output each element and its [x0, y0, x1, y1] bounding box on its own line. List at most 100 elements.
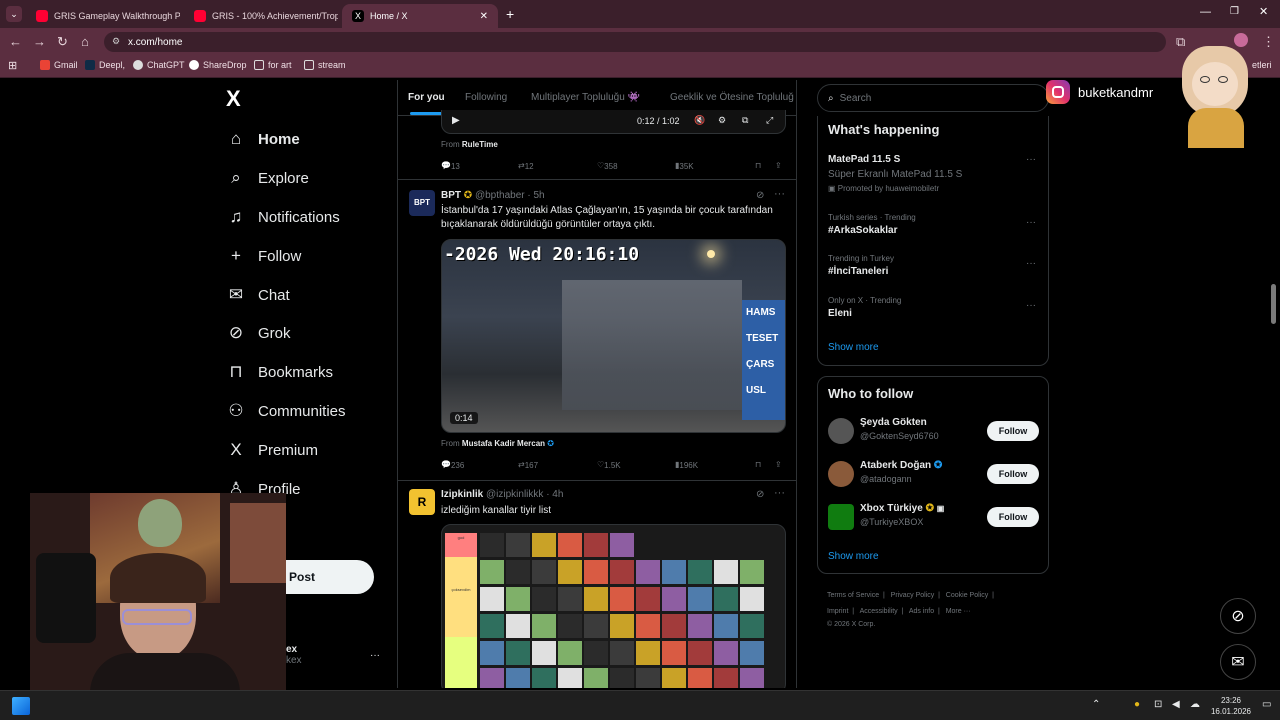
site-info-icon[interactable]: ⚙: [112, 36, 120, 47]
footer-link[interactable]: More ···: [946, 608, 971, 615]
new-tab-button[interactable]: +: [506, 6, 514, 22]
bookmark-sharedrop[interactable]: ShareDrop: [189, 60, 247, 70]
like-button[interactable]: ♡ 358: [597, 161, 618, 171]
follow-button[interactable]: Follow: [987, 507, 1039, 527]
bookmark-chatgpt[interactable]: ChatGPT: [133, 60, 185, 70]
avatar[interactable]: [828, 418, 854, 444]
trend-item[interactable]: Only on X · Trending Eleni ···: [828, 296, 1040, 319]
clock[interactable]: 23:26 16.01.2026: [1206, 695, 1256, 717]
pip-icon[interactable]: ⧉: [742, 115, 748, 126]
grok-float-button[interactable]: ⊘: [1220, 598, 1256, 634]
browser-tab[interactable]: GRIS - 100% Achievement/Trop ✕: [184, 4, 338, 28]
footer-link[interactable]: Privacy Policy: [891, 592, 935, 599]
apps-icon[interactable]: ⊞: [8, 59, 17, 72]
like-button[interactable]: ♡ 1.5K: [597, 460, 621, 470]
messages-float-button[interactable]: ✉: [1220, 644, 1256, 680]
browser-tab-active[interactable]: X Home / X ✕: [342, 4, 498, 28]
user-handle[interactable]: @izipkinlikkk: [486, 489, 543, 500]
windows-start-icon[interactable]: [12, 697, 30, 715]
xbox-avatar[interactable]: [828, 504, 854, 530]
notifications-tray-icon[interactable]: ▭: [1262, 699, 1271, 710]
tray-chevron-icon[interactable]: ⌃: [1092, 699, 1100, 710]
footer-link[interactable]: Terms of Service: [827, 592, 879, 599]
footer-link[interactable]: Imprint: [827, 608, 848, 615]
search-input[interactable]: ⌕ Search: [817, 84, 1049, 112]
tweet-time[interactable]: · 5h: [527, 190, 544, 201]
more-icon[interactable]: ···: [1026, 258, 1036, 269]
nav-item-grok[interactable]: ⊘ Grok: [226, 318, 291, 348]
share-icon[interactable]: ⇪: [775, 161, 782, 170]
nav-item-bookmarks[interactable]: ⊓ Bookmarks: [226, 357, 333, 387]
volume-icon[interactable]: ◀: [1172, 699, 1180, 710]
grok-icon[interactable]: ⊘: [756, 190, 764, 201]
reload-icon[interactable]: ↻: [57, 34, 68, 50]
minimize-window-icon[interactable]: —: [1200, 6, 1211, 18]
video-player[interactable]: ▶ 0:12 / 1:02 🔇 ⚙ ⧉ ⤢: [441, 110, 786, 134]
share-icon[interactable]: ⇪: [775, 460, 782, 469]
tweet[interactable]: ▶ 0:12 / 1:02 🔇 ⚙ ⧉ ⤢ From RuleTime 💬 13…: [398, 110, 796, 180]
back-icon[interactable]: ←: [9, 34, 22, 49]
tab-community[interactable]: Geeklik ve Ötesine Topluluğ: [670, 92, 794, 103]
nav-item-premium[interactable]: X Premium: [226, 435, 318, 465]
views-count[interactable]: ▮ 196K: [675, 460, 698, 470]
show-more-link[interactable]: Show more: [828, 342, 879, 353]
close-window-icon[interactable]: ✕: [1259, 5, 1268, 18]
home-browser-icon[interactable]: ⌂: [81, 34, 89, 49]
footer-link[interactable]: Cookie Policy: [946, 592, 988, 599]
close-tab-icon[interactable]: ✕: [472, 11, 488, 22]
avatar[interactable]: R: [409, 489, 435, 515]
nav-item-follow[interactable]: + Follow: [226, 241, 301, 271]
avatar[interactable]: BPT: [409, 190, 435, 216]
trend-item[interactable]: MatePad 11.5 S Süper Ekranlı MatePad 11.…: [828, 154, 1040, 193]
tweet[interactable]: BPT BPT ✪ @bpthaber · 5h ⊘ ··· İstanbul'…: [398, 181, 796, 481]
footer-link[interactable]: Ads info: [909, 608, 934, 615]
bookmark-icon[interactable]: ⊓: [755, 460, 761, 469]
user-name[interactable]: BPT: [441, 190, 461, 201]
user-name[interactable]: Izipkinlik: [441, 489, 483, 500]
bookmark-icon[interactable]: ⊓: [755, 161, 761, 170]
settings-icon[interactable]: ⚙: [718, 115, 726, 126]
tab-for-you[interactable]: For you: [408, 92, 445, 103]
follow-suggestion[interactable]: Xbox Türkiye ✪ ▣ @TurkiyeXBOX Follow: [828, 501, 1043, 535]
repost-button[interactable]: ⇄ 167: [518, 460, 538, 470]
more-icon[interactable]: ···: [370, 650, 380, 661]
avatar[interactable]: [828, 461, 854, 487]
follow-suggestion[interactable]: Şeyda Gökten @GoktenSeyd6760 Follow: [828, 415, 1043, 449]
microphone-icon[interactable]: ●: [1134, 699, 1140, 710]
tray-app-icon[interactable]: ☁: [1190, 699, 1200, 710]
more-icon[interactable]: ···: [1026, 217, 1036, 228]
account-switcher[interactable]: ex kex ···: [286, 644, 386, 674]
more-icon[interactable]: ···: [1026, 154, 1036, 165]
bookmark-deepl[interactable]: Deepl,: [85, 60, 125, 70]
bookmark-gmail[interactable]: Gmail: [40, 60, 78, 70]
forward-icon[interactable]: →: [33, 34, 46, 49]
bookmark-folder-for-art[interactable]: for art: [254, 60, 292, 70]
profile-avatar-icon[interactable]: [1234, 33, 1248, 47]
x-logo[interactable]: X: [226, 86, 241, 112]
video-thumbnail[interactable]: HAMS TESET ÇARS USL -2026 Wed 20:16:10 0:14: [441, 239, 786, 433]
tweet[interactable]: R Izipkinlik @izipkinlikkk · 4h ⊘ ··· iz…: [398, 482, 796, 688]
trend-item[interactable]: Trending in Turkey #İnciTaneleri ···: [828, 254, 1040, 277]
tier-list-image[interactable]: god çoksevdim: [441, 524, 786, 688]
menu-icon[interactable]: ⋮: [1262, 34, 1275, 50]
reply-button[interactable]: 💬 236: [441, 460, 464, 470]
grok-icon[interactable]: ⊘: [756, 489, 764, 500]
source-name[interactable]: RuleTime: [462, 140, 498, 149]
mute-icon[interactable]: 🔇: [694, 115, 705, 126]
scrollbar-thumb[interactable]: [1271, 284, 1276, 324]
tab-community[interactable]: Multiplayer Topluluğu 👾: [531, 92, 640, 103]
nav-item-chat[interactable]: ✉ Chat: [226, 280, 290, 310]
show-more-link[interactable]: Show more: [828, 551, 879, 562]
repost-button[interactable]: ⇄ 12: [518, 161, 534, 171]
tweet-time[interactable]: · 4h: [546, 489, 563, 500]
follow-button[interactable]: Follow: [987, 421, 1039, 441]
browser-tab[interactable]: GRIS Gameplay Walkthrough P ✕: [26, 4, 180, 28]
tab-following[interactable]: Following: [465, 92, 507, 103]
nav-item-notifications[interactable]: ♫ Notifications: [226, 202, 340, 232]
nav-item-explore[interactable]: ⌕ Explore: [226, 163, 309, 193]
source-name[interactable]: Mustafa Kadir Mercan: [462, 439, 545, 448]
fullscreen-icon[interactable]: ⤢: [766, 115, 773, 126]
bookmark-folder-stream[interactable]: stream: [304, 60, 346, 70]
user-handle[interactable]: @bpthaber: [475, 190, 525, 201]
tab-list-button[interactable]: ⌄: [6, 6, 22, 22]
